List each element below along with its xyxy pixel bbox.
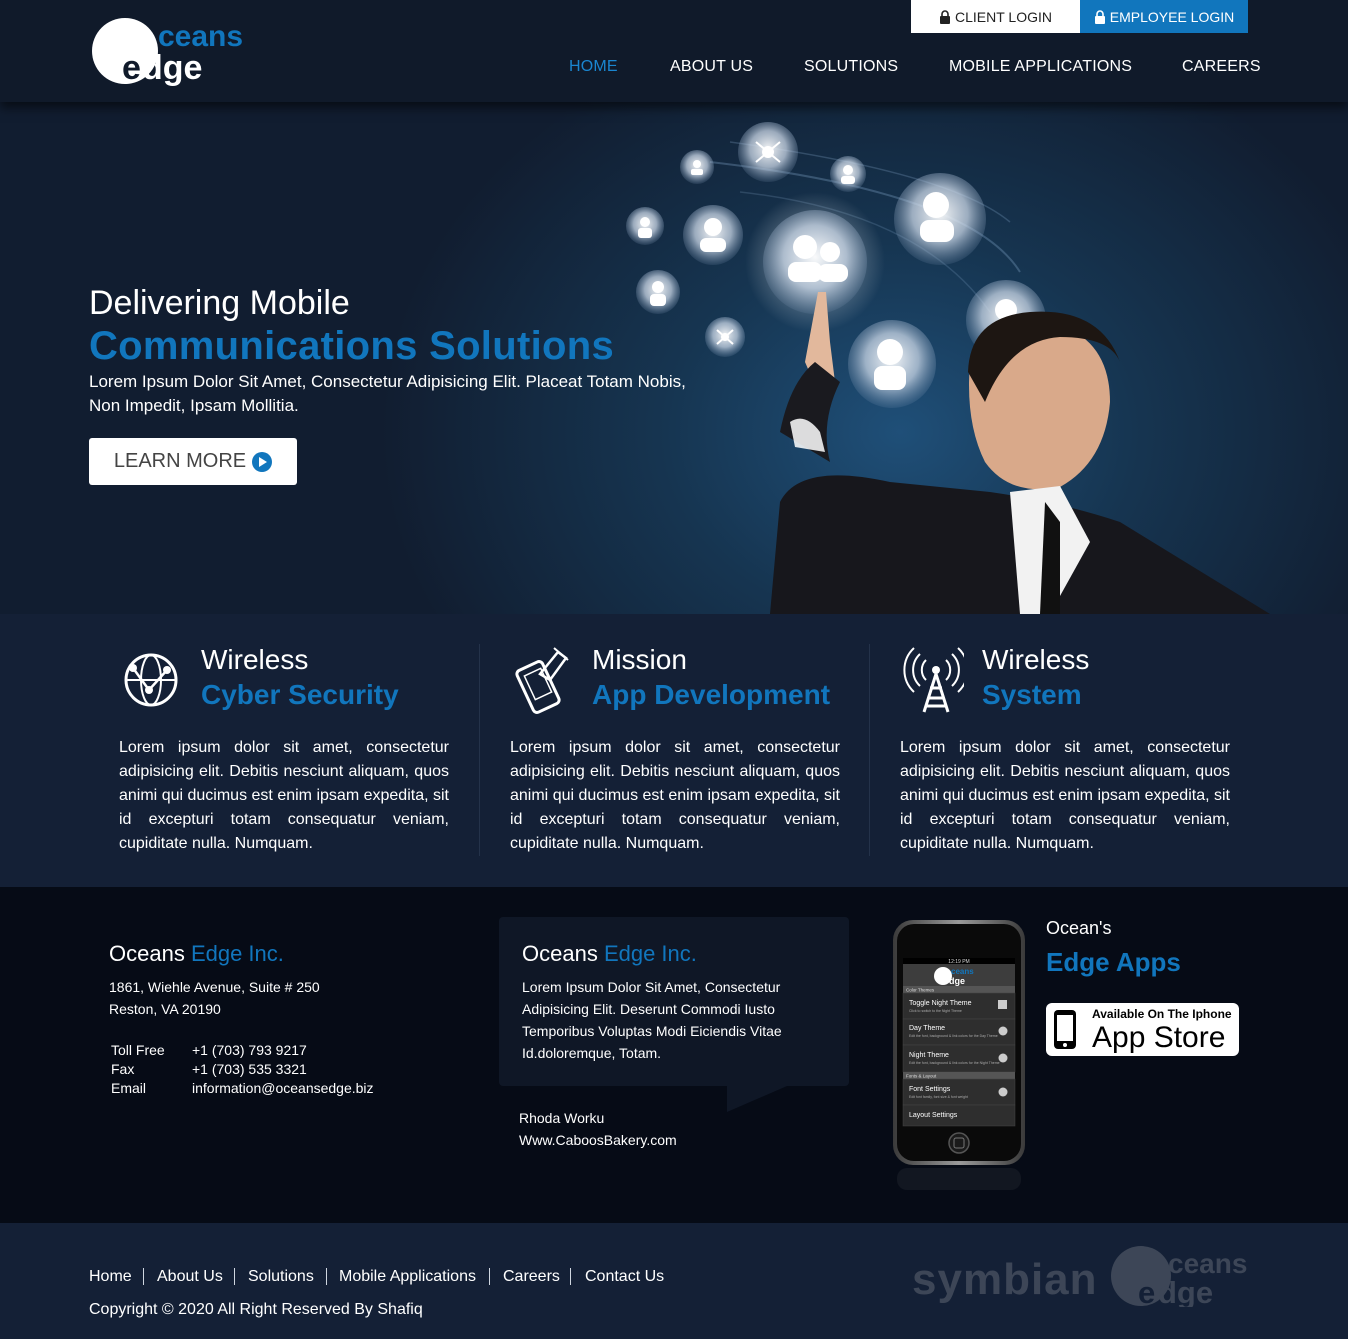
testimonial-author: Rhoda Worku xyxy=(519,1110,605,1126)
employee-login-label: EMPLOYEE LOGIN xyxy=(1109,8,1235,25)
feature-text: Lorem ipsum dolor sit amet, consectetur … xyxy=(510,739,840,852)
email-link[interactable]: information@oceansedge.biz xyxy=(192,1080,374,1096)
testimonial-box: Oceans Edge Inc. Lorem Ipsum Dolor Sit A… xyxy=(499,917,849,1086)
svg-text:Day Theme: Day Theme xyxy=(909,1025,945,1032)
hero-paragraph: Lorem Ipsum Dolor Sit Amet, Consectetur … xyxy=(89,372,686,415)
contact-address-line2: Reston, VA 20190 xyxy=(109,1001,221,1017)
footer-separator xyxy=(143,1268,144,1285)
learn-more-button[interactable]: LEARN MORE xyxy=(89,438,297,485)
feature-text: Lorem ipsum dolor sit amet, consectetur … xyxy=(900,739,1230,852)
feature-cyber-security: Wireless Cyber Security Lorem ipsum dolo… xyxy=(119,614,469,887)
symbian-logo: symbian xyxy=(912,1255,1098,1304)
svg-text:Edit font family, font size &: Edit font family, font size & font weigh… xyxy=(909,1095,968,1099)
divider xyxy=(479,644,480,856)
footer-link-solutions[interactable]: Solutions xyxy=(248,1268,314,1286)
feature-title-line1: Mission xyxy=(592,644,687,675)
footer-link-contact-us[interactable]: Contact Us xyxy=(585,1268,664,1286)
features-section: Wireless Cyber Security Lorem ipsum dolo… xyxy=(0,614,1348,887)
svg-text:dge: dge xyxy=(949,976,965,986)
footer-link-careers[interactable]: Careers xyxy=(503,1268,560,1286)
client-login-button[interactable]: CLIENT LOGIN xyxy=(911,0,1080,33)
divider xyxy=(869,644,870,856)
contact-row-email: Email information@oceansedge.biz xyxy=(111,1080,374,1096)
footer-link-home[interactable]: Home xyxy=(89,1268,132,1286)
hero-banner: Delivering Mobile Communications Solutio… xyxy=(0,102,1348,614)
testimonial-tail xyxy=(727,1086,787,1112)
bottom-footer: Home About Us Solutions Mobile Applicati… xyxy=(0,1223,1348,1339)
nav-careers[interactable]: CAREERS xyxy=(1182,58,1261,78)
oceans-edge-logo[interactable]: ceans dge e xyxy=(92,16,267,88)
footer-link-about-us[interactable]: About Us xyxy=(157,1268,223,1286)
phone-section1: Color Themes xyxy=(906,988,935,993)
hero-businessman-image xyxy=(626,122,1270,614)
apps-label2: Edge Apps xyxy=(1046,947,1181,977)
feature-title-line2: Cyber Security xyxy=(201,679,399,710)
contact-table: Toll Free +1 (703) 793 9217 Fax +1 (703) 5… xyxy=(111,1041,374,1098)
nav-solutions[interactable]: SOLUTIONS xyxy=(804,58,898,78)
feature-title-line1: Wireless xyxy=(201,644,309,675)
app-store-badge[interactable]: Available On The Iphone App Store xyxy=(1046,1003,1239,1056)
svg-text:Font Settings: Font Settings xyxy=(909,1086,951,1093)
radio-tower-icon xyxy=(903,647,964,713)
feature-title-line2: App Development xyxy=(592,679,831,710)
copyright-text: Copyright © 2020 All Right Reserved By S… xyxy=(89,1301,423,1318)
logo-line2: dge xyxy=(142,49,202,87)
footer-link-mobile-applications[interactable]: Mobile Applications xyxy=(339,1268,476,1286)
svg-text:Edit the font, background & li: Edit the font, background & link colors … xyxy=(909,1061,1000,1065)
phone-touch-icon xyxy=(515,647,569,714)
apps-label1: Ocean's xyxy=(1046,918,1112,938)
play-circle-icon xyxy=(252,451,273,472)
svg-text:Edit the font, background & li: Edit the font, background & link colors … xyxy=(909,1034,998,1038)
hero-heading-line2: Communications Solutions xyxy=(89,324,614,368)
contact-address-line1: 1861, Wiehle Avenue, Suite # 250 xyxy=(109,979,320,995)
feature-title-line2: System xyxy=(982,679,1082,710)
nav-about-us[interactable]: ABOUT US xyxy=(670,58,753,78)
footer-separator xyxy=(326,1268,327,1285)
learn-more-label: LEARN MORE xyxy=(113,450,247,472)
contact-title-b: Edge Inc. xyxy=(190,941,284,966)
globe-network-icon xyxy=(124,653,178,707)
contact-row-toll-free: Toll Free +1 (703) 793 9217 xyxy=(111,1042,307,1058)
testimonial-site-link[interactable]: Www.CaboosBakery.com xyxy=(519,1129,677,1151)
svg-text:ceans: ceans xyxy=(951,967,974,976)
employee-login-button[interactable]: EMPLOYEE LOGIN xyxy=(1080,0,1248,33)
site-header: ceans dge e CLIENT LOGIN EMPLOYEE LOGIN … xyxy=(0,0,1348,102)
svg-text:e: e xyxy=(1138,1275,1155,1307)
testimonial-title: Oceans Edge Inc. xyxy=(522,941,697,966)
nav-mobile-applications[interactable]: MOBILE APPLICATIONS xyxy=(949,58,1132,78)
nav-home[interactable]: HOME xyxy=(569,58,618,78)
app-store-main-label: App Store xyxy=(1092,1021,1226,1054)
contact-title: Oceans Edge Inc. xyxy=(109,941,284,967)
footer-separator xyxy=(489,1268,490,1285)
client-login-label: CLIENT LOGIN xyxy=(955,8,1052,25)
fax-value: +1 (703) 535 3321 xyxy=(192,1061,307,1077)
toll-free-value[interactable]: +1 (703) 793 9217 xyxy=(192,1042,307,1058)
feature-title-line1: Wireless xyxy=(982,644,1090,675)
svg-text:Layout Settings: Layout Settings xyxy=(909,1112,958,1119)
app-store-top-label: Available On The Iphone xyxy=(1092,1007,1232,1021)
svg-text:e: e xyxy=(122,49,141,87)
contact-title-a: Oceans xyxy=(109,941,191,966)
footer-separator xyxy=(234,1268,235,1285)
hero-heading-line1: Delivering Mobile xyxy=(89,284,350,322)
feature-app-development: Mission App Development Lorem ipsum dolo… xyxy=(510,614,860,887)
info-footer: Oceans Edge Inc. 1861, Wiehle Avenue, Su… xyxy=(0,887,1348,1223)
feature-wireless-system: Wireless System Lorem ipsum dolor sit am… xyxy=(900,614,1250,887)
svg-text:Night Theme: Night Theme xyxy=(909,1052,949,1059)
footer-separator xyxy=(570,1268,571,1285)
svg-text:Click to switch to the Night T: Click to switch to the Night Theme xyxy=(909,1009,962,1013)
testimonial-text: Lorem Ipsum Dolor Sit Amet, Consectetur … xyxy=(522,979,782,1061)
svg-text:Toggle Night Theme: Toggle Night Theme xyxy=(909,1000,972,1007)
phone-icon xyxy=(1054,1010,1076,1049)
svg-text:Fonts & Layout: Fonts & Layout xyxy=(906,1074,937,1079)
lock-icon xyxy=(1094,9,1105,24)
contact-row-fax: Fax +1 (703) 535 3321 xyxy=(111,1061,307,1077)
lock-icon xyxy=(940,9,950,24)
svg-text:dge: dge xyxy=(1158,1275,1213,1307)
oceans-edge-footer-logo: ceans dge e xyxy=(1111,1246,1247,1307)
feature-text: Lorem ipsum dolor sit amet, consectetur … xyxy=(119,739,449,852)
iphone-image: 12:19 PM ceans dge Color Themes Toggle N… xyxy=(893,920,1025,1190)
